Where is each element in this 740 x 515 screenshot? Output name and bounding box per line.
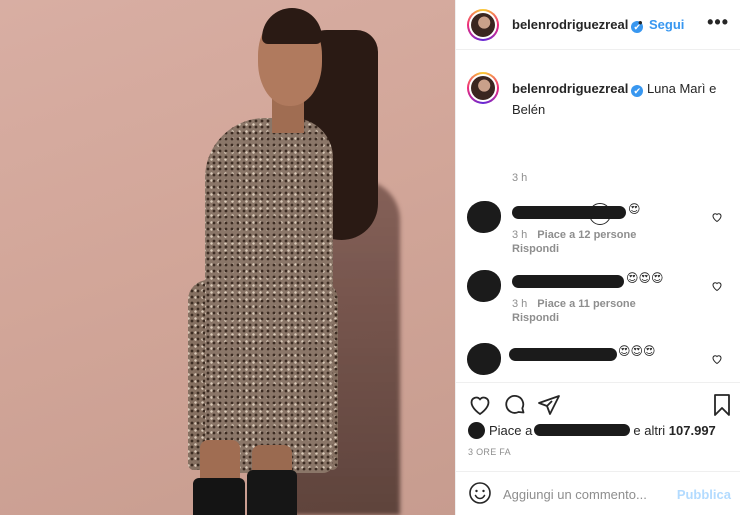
caption-text: belenrodriguezreal ✔ Luna Marì e Belén (512, 78, 732, 120)
verified-icon: ✔ (631, 85, 644, 97)
caption-time: 3 h (512, 172, 528, 184)
comment-emoji: 😍 (628, 202, 641, 216)
likes-suffix: e altri (633, 423, 666, 438)
heart-icon[interactable] (711, 280, 723, 292)
reply-button[interactable]: Rispondi (512, 312, 559, 324)
comment-meta: 3 h Piace a 11 persone (512, 298, 636, 310)
share-icon[interactable] (537, 393, 561, 417)
comment-likes[interactable]: Piace a 11 persone (537, 298, 635, 310)
header-username[interactable]: belenrodriguezreal ✔ (512, 17, 644, 33)
photo-head-hair (262, 8, 322, 44)
comment-item: 😍 3 h Piace a 12 persone Rispondi (456, 201, 740, 267)
bookmark-icon[interactable] (710, 393, 734, 417)
comment-avatar-redacted[interactable] (467, 201, 501, 233)
liker-name-redacted (534, 424, 631, 436)
post-actions: Piace a e altri 107.997 3 ORE FA Aggiungi… (456, 382, 740, 515)
likes-summary[interactable]: Piace a e altri 107.997 (468, 422, 716, 439)
heart-icon[interactable] (711, 211, 723, 223)
comment-time: 3 h (512, 298, 528, 310)
header-avatar[interactable] (467, 9, 499, 41)
comment-likes[interactable]: Piace a 12 persone (537, 229, 636, 241)
comment-avatar-redacted[interactable] (467, 343, 501, 375)
smile-icon[interactable] (468, 481, 492, 505)
reply-button[interactable]: Rispondi (512, 243, 559, 255)
comment-redacted-text (512, 275, 624, 288)
heart-icon[interactable] (468, 393, 492, 417)
comment-redacted-text (512, 206, 626, 219)
comment-emoji: 😍😍😍 (626, 271, 664, 285)
liker-avatar-redacted (468, 422, 485, 439)
comment-avatar-redacted[interactable] (467, 270, 501, 302)
comment-icon[interactable] (503, 393, 527, 417)
follow-button[interactable]: Segui (649, 17, 684, 32)
caption-avatar[interactable] (467, 72, 499, 104)
comment-emoji: 😍😍😍 (618, 344, 656, 358)
photo-boot-right (247, 470, 297, 515)
header-separator: • (638, 15, 643, 30)
post-timestamp: 3 ORE FA (468, 447, 511, 457)
comment-time: 3 h (512, 229, 528, 241)
photo-dress (205, 118, 333, 473)
likes-count[interactable]: 107.997 (669, 423, 716, 438)
likes-prefix: Piace a (489, 423, 533, 438)
post-photo[interactable] (0, 0, 455, 515)
comment-meta: 3 h Piace a 12 persone (512, 229, 636, 241)
post-header: belenrodriguezreal ✔ • Segui ••• (456, 0, 740, 50)
heart-icon[interactable] (711, 353, 723, 365)
post-panel: belenrodriguezreal ✔ • Segui ••• belenrod… (455, 0, 740, 515)
add-comment-bar: Aggiungi un commento... Pubblica (456, 471, 740, 515)
comment-item: 😍😍😍 3 h Piace a 11 persone Rispondi (456, 270, 740, 336)
publish-button[interactable]: Pubblica (677, 487, 731, 502)
comment-item: 😍😍😍 (456, 343, 740, 382)
comment-redacted-text (509, 348, 617, 361)
more-icon[interactable]: ••• (707, 12, 729, 33)
add-comment-input[interactable]: Aggiungi un commento... (503, 487, 647, 502)
photo-boot-left (193, 478, 245, 515)
caption-username[interactable]: belenrodriguezreal (512, 81, 628, 96)
